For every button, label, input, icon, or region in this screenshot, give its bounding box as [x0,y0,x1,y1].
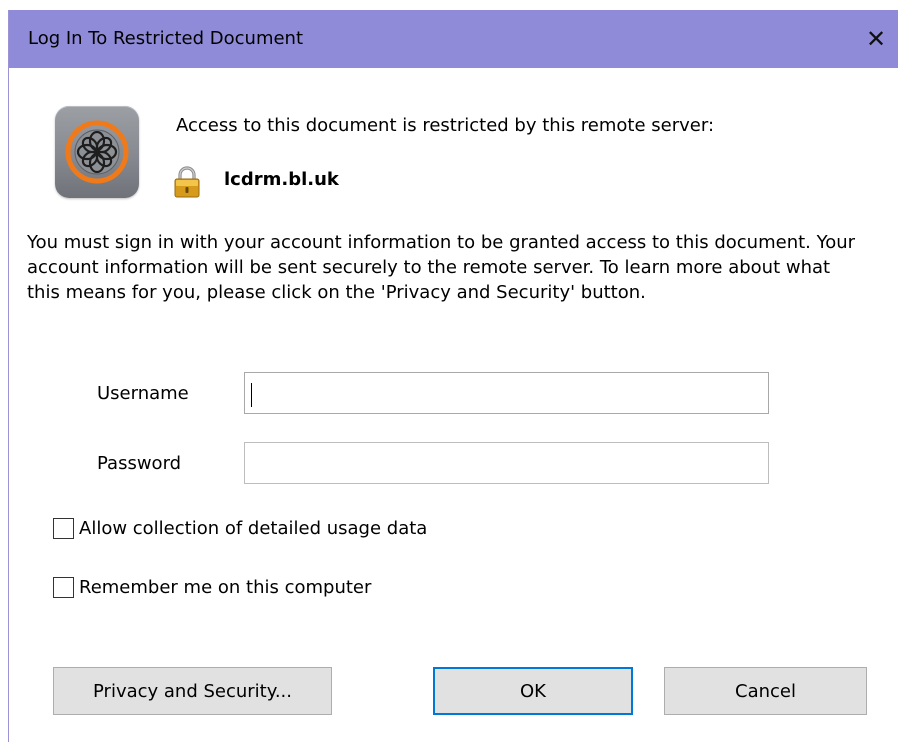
cancel-button[interactable]: Cancel [664,667,867,715]
usage-data-checkbox[interactable] [53,518,74,539]
privacy-security-button[interactable]: Privacy and Security... [53,667,332,715]
title-bar: Log In To Restricted Document ✕ [9,10,898,68]
adobe-drm-icon [55,106,139,198]
usage-data-label: Allow collection of detailed usage data [79,518,428,539]
close-icon: ✕ [865,25,887,53]
remember-me-checkbox[interactable] [53,577,74,598]
remember-me-option[interactable]: Remember me on this computer [53,577,371,598]
password-input[interactable] [244,442,769,484]
text-caret [251,383,252,407]
username-input[interactable] [244,372,769,414]
ok-button[interactable]: OK [433,667,633,715]
sign-in-instructions: You must sign in with your account infor… [27,232,856,303]
login-dialog: Log In To Restricted Document ✕ Access t… [8,10,898,742]
remember-me-label: Remember me on this computer [79,577,372,598]
username-label: Username [97,383,189,404]
server-name: lcdrm.bl.uk [224,169,339,190]
usage-data-option[interactable]: Allow collection of detailed usage data [53,518,427,539]
restriction-message: Access to this document is restricted by… [176,115,715,136]
dialog-title: Log In To Restricted Document [28,28,304,49]
password-label: Password [97,453,182,474]
close-button[interactable]: ✕ [853,10,898,68]
lock-icon [173,166,201,198]
